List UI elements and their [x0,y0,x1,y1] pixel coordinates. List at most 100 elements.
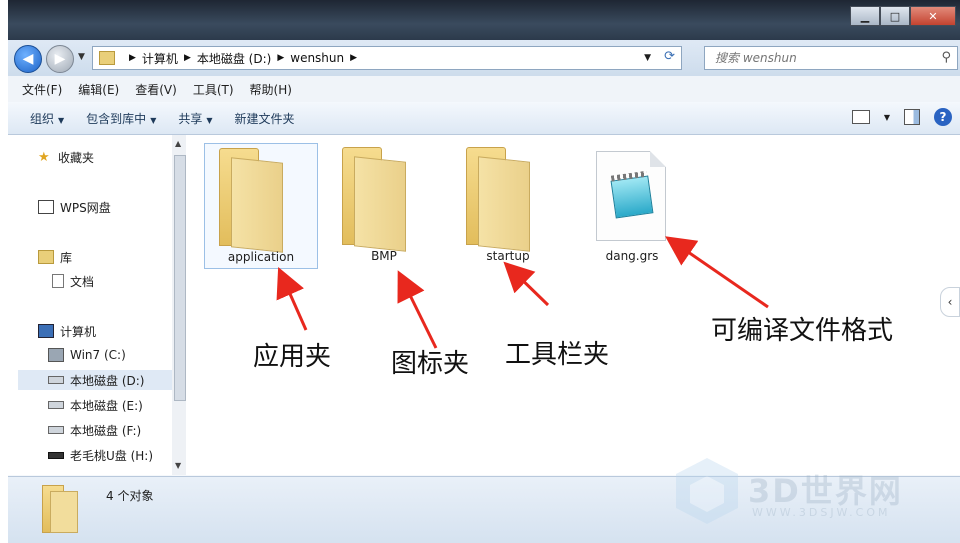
breadcrumb-computer[interactable]: 计算机 [142,50,178,67]
arrow-right-icon: ▶ [54,51,66,67]
chevron-left-icon[interactable]: ‹ [940,287,960,317]
arrow-left-icon: ◀ [22,51,34,67]
recent-pages-dropdown[interactable]: ▼ [78,52,85,62]
menu-tools[interactable]: 工具(T) [193,81,234,98]
nav-drive-d-label: 本地磁盘 (D:) [70,373,145,388]
drive-icon [48,376,64,384]
chevron-right-icon[interactable]: ▶ [184,53,191,63]
file-item-application[interactable]: application [204,143,318,269]
scrollbar-thumb[interactable] [174,155,186,401]
folder-icon [219,148,289,253]
navigation-scrollbar[interactable]: ▲ ▼ [172,135,186,475]
nav-drive-f-label: 本地磁盘 (F:) [70,423,142,438]
wps-icon [38,200,54,214]
nav-library-label: 库 [60,250,73,265]
drive-icon [48,426,64,434]
menu-edit[interactable]: 编辑(E) [78,81,119,98]
nav-documents[interactable]: 文档 [52,271,94,291]
document-icon [52,274,64,288]
search-input[interactable] [713,50,927,66]
search-icon[interactable]: ⚲ [941,50,951,65]
file-name: dang.grs [605,249,659,263]
star-icon: ★ [38,149,50,165]
nav-drive-c-label: Win7 (C:) [70,348,126,362]
nav-library[interactable]: 库 [38,247,72,267]
nav-favorites[interactable]: ★ 收藏夹 [38,147,94,167]
file-item-startup[interactable]: startup [452,143,564,267]
view-options-icon[interactable] [851,110,870,124]
menu-bar: 文件(F) 编辑(E) 查看(V) 工具(T) 帮助(H) [8,76,960,103]
folder-icon [466,147,536,252]
organize-button[interactable]: 组织 ▼ [30,110,64,127]
annotation-startup: 工具栏夹 [505,340,610,370]
nav-drive-h[interactable]: 老毛桃U盘 (H:) [48,445,153,465]
file-name: application [227,250,295,264]
chevron-right-icon[interactable]: ▶ [277,53,284,63]
maximize-button[interactable]: □ [880,6,910,26]
menu-help[interactable]: 帮助(H) [250,81,292,98]
nav-drive-d[interactable]: 本地磁盘 (D:) [18,370,174,390]
minimize-button[interactable]: ▁ [850,6,880,26]
nav-wps[interactable]: WPS网盘 [38,197,111,217]
nav-drive-e[interactable]: 本地磁盘 (E:) [48,395,143,415]
back-button[interactable]: ◀ [14,45,42,73]
drive-icon [48,348,64,362]
chevron-right-icon[interactable]: ▶ [129,53,136,63]
folder-icon [342,147,412,252]
address-bar[interactable]: ▶ 计算机 ▶ 本地磁盘 (D:) ▶ wenshun ▶ ▼ ⟳ [92,46,682,70]
chevron-down-icon[interactable]: ▼ [884,113,890,122]
drive-icon [48,401,64,409]
nav-drive-f[interactable]: 本地磁盘 (F:) [48,420,141,440]
chevron-down-icon: ▼ [206,115,213,125]
watermark: 3D世界网 WWW.3DSJW.COM [660,448,950,538]
usb-drive-icon [48,451,64,459]
annotation-dang-grs: 可编译文件格式 [711,316,894,346]
address-dropdown-icon[interactable]: ▼ [644,53,651,63]
nav-drive-c[interactable]: Win7 (C:) [48,345,126,365]
chevron-down-icon: ▼ [150,115,157,125]
share-label: 共享 [178,111,203,126]
nav-drive-h-label: 老毛桃U盘 (H:) [70,448,154,463]
watermark-url: WWW.3DSJW.COM [752,506,891,519]
menu-file[interactable]: 文件(F) [22,81,62,98]
include-library-label: 包含到库中 [86,111,147,126]
nav-computer[interactable]: 计算机 [38,321,96,341]
organize-label: 组织 [30,111,55,126]
refresh-icon[interactable]: ⟳ [664,49,675,64]
chevron-right-icon[interactable]: ▶ [350,53,357,63]
nav-drive-e-label: 本地磁盘 (E:) [70,398,143,413]
text-file-icon [596,151,666,241]
breadcrumb-wenshun[interactable]: wenshun [290,51,344,65]
scroll-down-icon[interactable]: ▼ [175,461,181,470]
forward-button[interactable]: ▶ [46,45,74,73]
cube-logo-icon [676,458,738,524]
preview-pane-icon[interactable] [904,109,920,125]
nav-favorites-label: 收藏夹 [58,150,95,165]
breadcrumb-drive-d[interactable]: 本地磁盘 (D:) [197,50,271,67]
include-library-button[interactable]: 包含到库中 ▼ [86,110,156,127]
new-folder-button[interactable]: 新建文件夹 [235,110,295,127]
breadcrumb: ▶ 计算机 ▶ 本地磁盘 (D:) ▶ wenshun ▶ [123,50,363,67]
file-view: application BMP startup dang.grs ‹ [186,135,960,475]
file-item-bmp[interactable]: BMP [328,143,440,267]
view-controls: ▼ ? [851,108,952,126]
window-controls: ▁ □ ✕ [850,6,956,26]
title-bar: ▁ □ ✕ [8,0,960,40]
help-icon[interactable]: ? [934,108,952,126]
command-bar: 组织 ▼ 包含到库中 ▼ 共享 ▼ 新建文件夹 ▼ ? [8,102,960,135]
share-button[interactable]: 共享 ▼ [178,110,212,127]
folder-icon [99,51,115,65]
close-button[interactable]: ✕ [910,6,956,26]
file-item-dang-grs[interactable]: dang.grs [576,143,688,267]
computer-icon [38,324,54,338]
nav-wps-label: WPS网盘 [60,200,111,215]
address-row: ◀ ▶ ▼ ▶ 计算机 ▶ 本地磁盘 (D:) ▶ wenshun ▶ ▼ ⟳ … [8,40,960,76]
library-icon [38,250,54,264]
annotation-application: 应用夹 [253,342,332,372]
scroll-up-icon[interactable]: ▲ [175,139,181,148]
search-box: ⚲ [704,46,958,70]
file-name: BMP [371,249,397,263]
file-name: startup [486,249,530,263]
chevron-down-icon: ▼ [58,115,65,125]
menu-view[interactable]: 查看(V) [135,81,177,98]
